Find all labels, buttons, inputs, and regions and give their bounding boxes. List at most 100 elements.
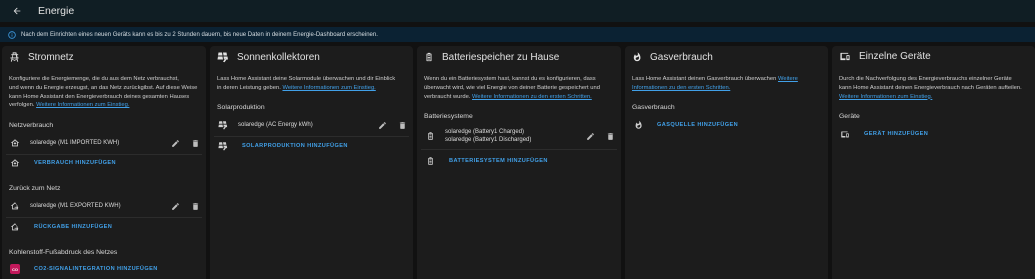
- grid-desc-line: und wenn du Energie erzeugst, an das Net…: [9, 84, 198, 91]
- pencil-icon: [378, 121, 386, 129]
- gas-desc-text: Lass Home Assistant deinen Gasverbrauch …: [632, 76, 777, 82]
- battery-card-header: Batteriespeicher zu Hause: [424, 51, 559, 63]
- add-return-label: RÜCKGABE HINZUFÜGEN: [34, 224, 113, 230]
- gas-learn-more-link-cont[interactable]: Informationen zu den ersten Schritten.: [632, 85, 730, 91]
- monitor-device-icon: [838, 127, 852, 141]
- delete-solar-button[interactable]: [395, 118, 409, 132]
- battery-section-label: Batteriesysteme: [424, 113, 473, 120]
- delete-consumption-button[interactable]: [188, 136, 202, 150]
- grid-return-entity: solaredge (M1 EXPORTED KWH): [30, 202, 121, 209]
- fire-icon: [633, 52, 641, 62]
- grid-card-title: Stromnetz: [28, 51, 74, 63]
- pencil-icon: [171, 139, 179, 147]
- grid-learn-more-link[interactable]: Weitere Informationen zum Einstieg.: [36, 102, 129, 108]
- add-consumption-button[interactable]: VERBRAUCH HINZUFÜGEN: [6, 156, 116, 170]
- solar-desc-text: in deren Leistung geben.: [217, 84, 281, 91]
- solar-power-icon: [216, 118, 230, 132]
- gas-section-label: Gasverbrauch: [632, 104, 675, 111]
- grid-card-header: Stromnetz: [9, 51, 74, 63]
- add-device-label: GERÄT HINZUFÜGEN: [864, 131, 929, 137]
- grid-desc-line: verfolgen. Weitere Informationen zum Ein…: [9, 101, 205, 110]
- devices-description: Durch die Nachverfolgung des Energieverb…: [839, 75, 1035, 101]
- delete-battery-button[interactable]: [603, 129, 617, 143]
- edit-return-button[interactable]: [168, 199, 182, 213]
- solar-power-icon: [217, 52, 228, 63]
- battery-learn-more-link[interactable]: Weitere Informationen zu den ersten Schr…: [472, 94, 592, 100]
- home-export-icon: [8, 220, 22, 234]
- add-return-button[interactable]: RÜCKGABE HINZUFÜGEN: [6, 220, 112, 234]
- devices-card-title: Einzelne Geräte: [859, 51, 931, 62]
- battery-charged-entity: solaredge (Battery1 Charged): [445, 128, 525, 135]
- grid-desc-line: kann Home Assistant den Energieverbrauch…: [9, 93, 190, 100]
- grid-consumption-label: Netzverbrauch: [9, 122, 54, 129]
- battery-desc-text: verbraucht wurde.: [424, 93, 471, 100]
- info-banner: Nach dem Einrichten eines neuen Geräts k…: [0, 27, 1035, 42]
- edit-battery-button[interactable]: [583, 129, 597, 143]
- top-app-bar: Energie: [0, 0, 1035, 22]
- add-gas-button[interactable]: GASQUELLE HINZUFÜGEN: [629, 118, 738, 132]
- devices-card-header: Einzelne Geräte: [839, 51, 931, 62]
- battery-card-title: Batteriespeicher zu Hause: [442, 51, 560, 63]
- battery-icon: [423, 154, 437, 168]
- co2-signal-icon: CO: [8, 262, 22, 276]
- divider: [6, 217, 202, 218]
- battery-entities: solaredge (Battery1 Charged) solaredge (…: [445, 128, 577, 145]
- grid-description: Konfiguriere die Energiemenge, die du au…: [9, 75, 205, 110]
- add-solar-label: SOLARPRODUKTION HINZUFÜGEN: [242, 143, 348, 149]
- grid-co2-label: Kohlenstoff-Fußabdruck des Netzes: [9, 249, 118, 256]
- solar-learn-more-link[interactable]: Weitere Informationen zum Einstieg.: [282, 85, 375, 91]
- battery-desc-line: Wenn du ein Batteriesystem hast, kannst …: [424, 76, 596, 82]
- devices-section-label: Geräte: [839, 113, 860, 120]
- gas-description: Lass Home Assistant deinen Gasverbrauch …: [632, 75, 828, 93]
- solar-section-label: Solarproduktion: [217, 104, 265, 111]
- solar-description: Lass Home Assistant deine Solarmodule üb…: [217, 75, 413, 93]
- add-co2-label: CO2-SIGNALINTEGRATION HINZUFÜGEN: [34, 266, 158, 272]
- home-import-icon: [8, 136, 22, 150]
- edit-solar-button[interactable]: [375, 118, 389, 132]
- solar-entity: solaredge (AC Energy kWh): [238, 121, 313, 128]
- grid-return-row: solaredge (M1 EXPORTED KWH): [6, 197, 202, 215]
- add-battery-label: BATTERIESYSTEM HINZUFÜGEN: [449, 158, 548, 164]
- trash-icon: [399, 121, 405, 129]
- arrow-left-icon: [13, 7, 21, 15]
- solar-card-title: Sonnenkollektoren: [237, 51, 320, 63]
- add-consumption-label: VERBRAUCH HINZUFÜGEN: [34, 160, 116, 166]
- monitor-device-icon: [840, 52, 850, 61]
- gas-card-title: Gasverbrauch: [650, 51, 713, 63]
- grid-desc-line: Konfiguriere die Energiemenge, die du au…: [9, 76, 179, 82]
- grid-consumption-entity: solaredge (M1 IMPORTED KWH): [30, 139, 120, 146]
- pencil-icon: [586, 132, 594, 140]
- solar-desc-line: Lass Home Assistant deine Solarmodule üb…: [217, 76, 396, 82]
- solar-desc-line: in deren Leistung geben. Weitere Informa…: [217, 84, 413, 93]
- delete-return-button[interactable]: [188, 199, 202, 213]
- back-button[interactable]: [3, 0, 31, 22]
- add-battery-button[interactable]: BATTERIESYSTEM HINZUFÜGEN: [421, 154, 548, 168]
- devices-learn-more-link[interactable]: Weitere Informationen zum Einstieg.: [839, 94, 932, 100]
- gas-card-header: Gasverbrauch: [632, 51, 713, 63]
- transmission-tower-icon: [10, 52, 19, 62]
- solar-card: Sonnenkollektoren Lass Home Assistant de…: [210, 46, 413, 279]
- add-solar-button[interactable]: SOLARPRODUKTION HINZUFÜGEN: [214, 139, 348, 153]
- fire-icon: [631, 118, 645, 132]
- trash-icon: [192, 139, 198, 147]
- gas-card: Gasverbrauch Lass Home Assistant deinen …: [625, 46, 828, 279]
- add-device-button[interactable]: GERÄT HINZUFÜGEN: [836, 127, 928, 141]
- grid-desc-text: verfolgen.: [9, 102, 35, 109]
- divider: [6, 154, 202, 155]
- grid-consumption-row: solaredge (M1 IMPORTED KWH): [6, 134, 202, 152]
- battery-description: Wenn du ein Batteriesystem hast, kannst …: [424, 75, 620, 101]
- gas-learn-more-link[interactable]: Weitere: [778, 76, 798, 82]
- devices-desc-line: Durch die Nachverfolgung des Energieverb…: [839, 76, 1012, 82]
- battery-discharged-entity: solaredge (Battery1 Discharged): [445, 137, 532, 143]
- solar-row: solaredge (AC Energy kWh): [214, 116, 409, 134]
- add-co2-button[interactable]: CO CO2-SIGNALINTEGRATION HINZUFÜGEN: [6, 262, 158, 276]
- edit-consumption-button[interactable]: [168, 136, 182, 150]
- battery-card: Batteriespeicher zu Hause Wenn du ein Ba…: [417, 46, 621, 279]
- home-import-icon: [8, 156, 22, 170]
- divider: [421, 149, 617, 150]
- add-gas-label: GASQUELLE HINZUFÜGEN: [657, 122, 739, 128]
- gas-desc-line: Informationen zu den ersten Schritten.: [632, 84, 828, 93]
- info-icon: [8, 30, 16, 39]
- battery-desc-line: überwacht wird, wie viel Energie von dei…: [424, 84, 600, 91]
- grid-card: Stromnetz Konfiguriere die Energiemenge,…: [2, 46, 206, 279]
